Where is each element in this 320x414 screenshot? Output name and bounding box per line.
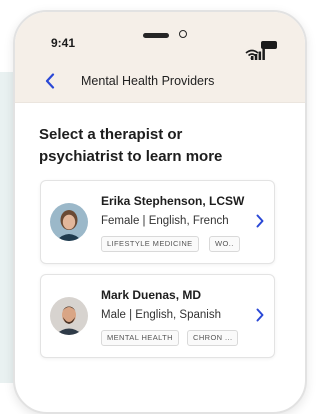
provider-details: Female | English, French [101,215,229,227]
camera-icon [179,30,187,38]
chevron-right-icon [256,214,264,228]
wifi-icon [245,49,259,60]
back-button[interactable] [37,68,63,94]
status-bar: 9:41 [15,12,305,60]
page-title: Mental Health Providers [81,74,215,88]
chevron-right-icon [256,308,264,322]
provider-details: Male | English, Spanish [101,309,221,321]
avatar [50,297,88,335]
specialty-tag: WO.. [209,236,240,252]
specialty-tag: LIFESTYLE MEDICINE [101,236,199,252]
speaker-grille [143,33,169,38]
specialty-tag: MENTAL HEALTH [101,330,179,346]
battery-icon [261,41,277,49]
specialty-tag: CHRON ... [187,330,239,346]
provider-card[interactable]: Mark Duenas, MD Male | English, Spanish … [40,274,275,358]
provider-name: Erika Stephenson, LCSW [101,194,245,208]
chevron-left-icon [45,73,55,89]
navigation-bar: Mental Health Providers [15,60,305,103]
status-time: 9:41 [51,36,76,50]
avatar [50,203,88,241]
provider-card[interactable]: Erika Stephenson, LCSW Female | English,… [40,180,275,264]
section-heading: Select a therapist or psychiatrist to le… [39,126,223,165]
phone-frame: 9:41 Mental Health Providers Select a th… [13,10,307,414]
provider-name: Mark Duenas, MD [101,288,202,302]
